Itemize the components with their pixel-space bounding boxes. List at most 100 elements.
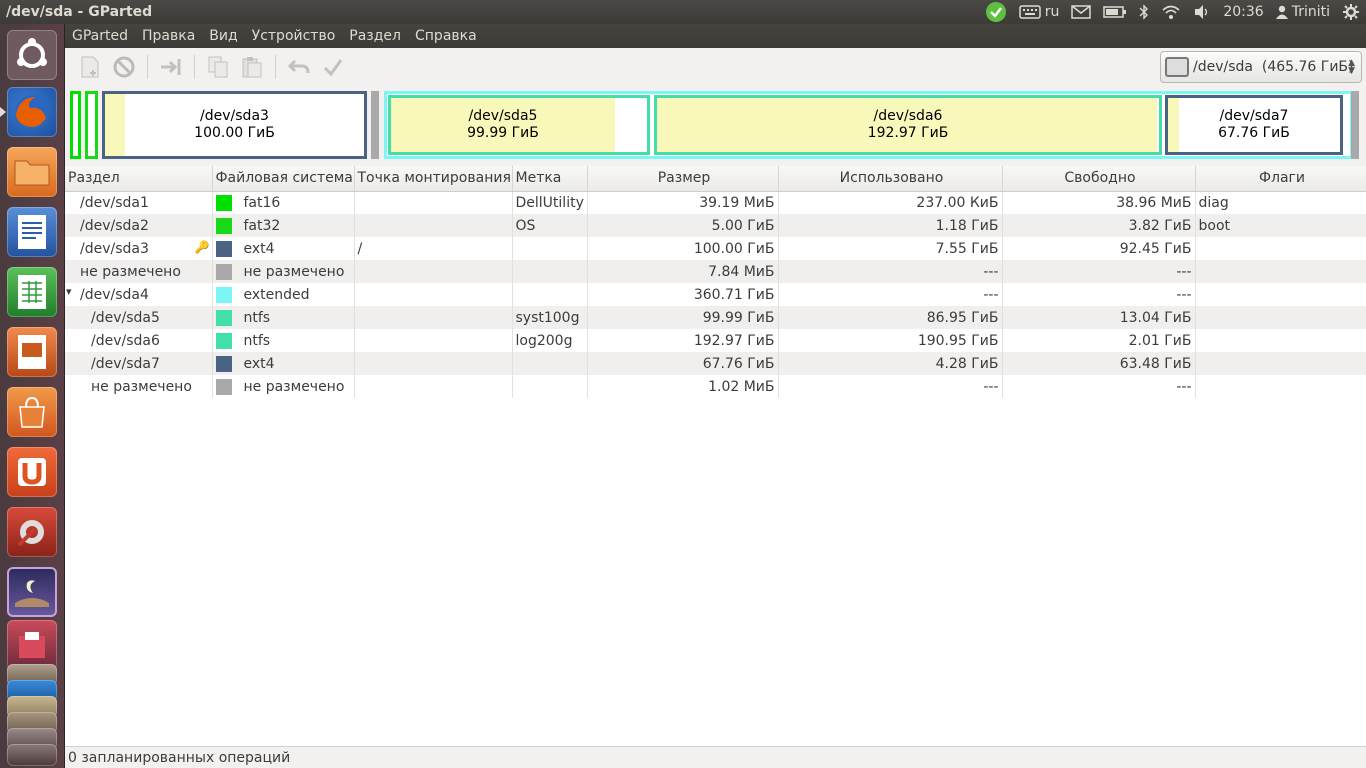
diskmap-unallocated[interactable] <box>371 91 379 159</box>
cell-label: syst100g <box>512 306 588 329</box>
cell-partition: /dev/sda6 <box>65 329 213 352</box>
cell-used: 86.95 ГиБ <box>778 306 1003 329</box>
table-row[interactable]: не размечено не размечено 1.02 МиБ --- --- <box>65 375 1366 398</box>
mail-icon[interactable] <box>1065 0 1097 24</box>
filesystem-color-swatch <box>215 355 232 372</box>
system-settings-launcher[interactable] <box>7 507 57 557</box>
table-row[interactable]: /dev/sda3 🔑 ext4 / 100.00 ГиБ 7.55 ГиБ 92.45 Г… <box>65 237 1366 260</box>
firefox-launcher[interactable] <box>7 87 57 137</box>
col-partition[interactable]: Раздел <box>65 166 213 192</box>
table-row[interactable]: /dev/sda1 fat16 DellUtility 39.19 МиБ 237.00… <box>65 191 1366 214</box>
cell-used: 1.18 ГиБ <box>778 214 1003 237</box>
menu-edit[interactable]: Правка <box>135 24 202 48</box>
diskmap-sda3-size: 100.00 ГиБ <box>194 125 275 141</box>
app-launcher-stack-7[interactable] <box>7 744 57 766</box>
cell-mountpoint <box>354 283 513 306</box>
user-name: Triniti <box>1291 4 1330 20</box>
cell-flags <box>1195 260 1366 283</box>
device-selector[interactable]: /dev/sda (465.76 ГиБ) ▲ ▼ <box>1160 51 1362 83</box>
menu-help[interactable]: Справка <box>408 24 484 48</box>
menu-partition[interactable]: Раздел <box>342 24 408 48</box>
menu-device[interactable]: Устройство <box>245 24 343 48</box>
undo-icon[interactable] <box>282 51 316 83</box>
col-used[interactable]: Использовано <box>778 166 1003 192</box>
cell-flags <box>1195 237 1366 260</box>
software-center-launcher[interactable] <box>7 387 57 437</box>
col-filesystem[interactable]: Файловая система <box>212 166 355 192</box>
app-launcher-stack-1[interactable] <box>7 620 57 670</box>
launcher <box>0 24 65 768</box>
table-row[interactable]: ▾/dev/sda4 extended 360.71 ГиБ --- --- <box>65 283 1366 306</box>
lock-key-icon: 🔑 <box>194 240 210 254</box>
wifi-icon[interactable] <box>1155 0 1187 24</box>
keyboard-layout-indicator[interactable]: ru <box>1013 0 1066 24</box>
bluetooth-icon[interactable] <box>1133 0 1155 24</box>
gparted-launcher[interactable] <box>7 567 57 617</box>
cell-flags: boot <box>1195 214 1366 237</box>
partition-table: Раздел Файловая система Точка монтирован… <box>65 166 1366 746</box>
diskmap-sda6[interactable]: /dev/sda6 192.97 ГиБ <box>654 95 1162 155</box>
session-gear-icon[interactable] <box>1336 0 1366 24</box>
cell-mountpoint <box>354 260 513 283</box>
cell-used: --- <box>778 375 1003 398</box>
cell-size: 99.99 ГиБ <box>587 306 779 329</box>
diskmap-sda5[interactable]: /dev/sda5 99.99 ГиБ <box>388 95 650 155</box>
cell-partition: /dev/sda7 <box>65 352 213 375</box>
ubuntu-one-icon <box>18 458 46 486</box>
settings-gear-icon <box>17 520 44 547</box>
cell-flags <box>1195 306 1366 329</box>
col-mountpoint[interactable]: Точка монтирования <box>354 166 513 192</box>
cell-mountpoint <box>354 352 513 375</box>
col-flags[interactable]: Флаги <box>1195 166 1366 192</box>
partition-name: /dev/sda1 <box>80 194 149 211</box>
cell-mountpoint <box>354 375 513 398</box>
diskmap-sda3[interactable]: /dev/sda3 100.00 ГиБ <box>102 91 367 159</box>
battery-icon[interactable] <box>1097 0 1133 24</box>
ubuntu-one-launcher[interactable] <box>7 447 57 497</box>
cell-free: --- <box>1002 283 1196 306</box>
cell-size: 192.97 ГиБ <box>587 329 779 352</box>
diskmap-unallocated-tail[interactable] <box>1351 91 1359 159</box>
copy-icon[interactable] <box>201 51 235 83</box>
cell-flags <box>1195 375 1366 398</box>
toolbar-separator <box>147 55 148 79</box>
menu-gparted[interactable]: GParted <box>65 24 135 48</box>
files-launcher[interactable] <box>7 147 57 197</box>
diskmap-sda7[interactable]: /dev/sda7 67.76 ГиБ <box>1165 95 1343 155</box>
filesystem-color-swatch <box>215 217 232 234</box>
writer-launcher[interactable] <box>7 207 57 257</box>
menu-view[interactable]: Вид <box>202 24 244 48</box>
diskmap-sda2[interactable] <box>85 91 98 159</box>
cell-filesystem: не размечено <box>212 260 355 283</box>
user-menu[interactable]: Triniti <box>1270 0 1336 24</box>
cell-used: 190.95 ГиБ <box>778 329 1003 352</box>
delete-icon[interactable] <box>107 51 141 83</box>
new-partition-icon[interactable] <box>73 51 107 83</box>
table-row[interactable]: /dev/sda7 ext4 67.76 ГиБ 4.28 ГиБ 63.48 ГиБ <box>65 352 1366 375</box>
cell-label <box>512 237 588 260</box>
ubuntu-dash-button[interactable] <box>7 30 57 80</box>
diskmap-sda1[interactable] <box>70 91 81 159</box>
table-row[interactable]: /dev/sda5 ntfs syst100g 99.99 ГиБ 86.95 ГиБ 1… <box>65 306 1366 329</box>
col-size[interactable]: Размер <box>587 166 779 192</box>
paste-icon[interactable] <box>235 51 269 83</box>
status-bar: 0 запланированных операций <box>65 746 1366 768</box>
cell-label <box>512 283 588 306</box>
expander-icon[interactable]: ▾ <box>66 285 72 298</box>
volume-icon[interactable] <box>1187 0 1217 24</box>
filesystem-name: fat32 <box>243 217 281 234</box>
table-row[interactable]: /dev/sda6 ntfs log200g 192.97 ГиБ 190.95 ГиБ… <box>65 329 1366 352</box>
table-row[interactable]: не размечено не размечено 7.84 МиБ --- --- <box>65 260 1366 283</box>
apply-icon[interactable] <box>316 51 350 83</box>
clock[interactable]: 20:36 <box>1217 0 1269 24</box>
table-row[interactable]: /dev/sda2 fat32 OS 5.00 ГиБ 1.18 ГиБ 3.82 ГиБ… <box>65 214 1366 237</box>
update-check-icon[interactable] <box>979 0 1013 24</box>
impress-launcher[interactable] <box>7 327 57 377</box>
calc-launcher[interactable] <box>7 267 57 317</box>
col-free[interactable]: Свободно <box>1002 166 1196 192</box>
col-label[interactable]: Метка <box>512 166 588 192</box>
filesystem-name: fat16 <box>243 194 281 211</box>
resize-move-icon[interactable] <box>154 51 188 83</box>
presentation-icon <box>18 335 46 369</box>
cell-partition: /dev/sda2 <box>65 214 213 237</box>
